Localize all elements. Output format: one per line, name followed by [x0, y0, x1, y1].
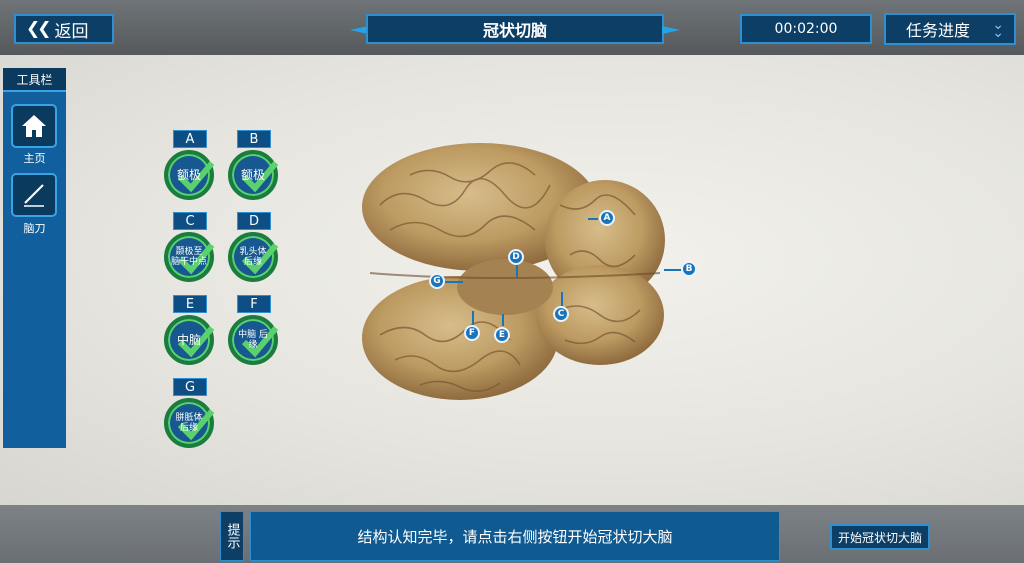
marker-c-leader: [561, 292, 563, 306]
label-d-text: 乳头体 后缘: [239, 247, 267, 267]
label-c-letter: C: [173, 212, 207, 230]
label-g-text: 胼胝体 后缘: [175, 413, 203, 433]
label-d-circle: 乳头体 后缘: [228, 232, 279, 282]
marker-a[interactable]: A: [599, 210, 615, 226]
page-title-text: 冠状切脑: [482, 21, 547, 40]
knife-icon: [24, 184, 44, 207]
chevron-down-icon: ⌄ ⌄: [992, 17, 1004, 41]
label-e-text: 中脑: [176, 333, 201, 347]
title-wing-right: [662, 26, 680, 34]
task-progress-button[interactable]: 任务进度 ⌄ ⌄: [884, 13, 1016, 45]
marker-g-leader: [445, 281, 463, 283]
marker-d[interactable]: D: [508, 249, 524, 265]
marker-b[interactable]: B: [681, 261, 697, 277]
hint-tab: 提示: [220, 511, 244, 561]
label-e-circle: 中脑: [164, 315, 215, 365]
marker-e-leader: [502, 314, 504, 326]
page-title: 冠状切脑: [350, 12, 680, 46]
timer: 00:02:00: [740, 14, 872, 44]
brain-model[interactable]: [0, 55, 1024, 505]
label-g-circle: 胼胝体 后缘: [164, 398, 215, 448]
marker-b-leader: [664, 269, 681, 271]
label-a-circle: 额极: [164, 150, 215, 200]
marker-a-leader: [588, 218, 598, 220]
label-c-text: 颞极至 脑干中点: [170, 247, 207, 267]
back-button[interactable]: ❮❮ 返回: [14, 14, 114, 44]
marker-f[interactable]: F: [464, 325, 480, 341]
hint-message: 结构认知完毕，请点击右侧按钮开始冠状切大脑: [250, 511, 780, 561]
marker-f-leader: [472, 311, 474, 325]
label-g-letter: G: [173, 378, 207, 396]
double-chevron-left-icon: ❮❮: [26, 19, 51, 39]
label-f-text: 中脑 后缘: [238, 330, 268, 350]
home-icon: [22, 115, 46, 137]
task-progress-label: 任务进度: [906, 21, 971, 40]
toolbar-home-label: 主页: [23, 152, 46, 165]
label-d-letter: D: [237, 212, 271, 230]
label-b-letter: B: [237, 130, 271, 148]
label-a-letter: A: [173, 130, 207, 148]
marker-g[interactable]: G: [429, 273, 445, 289]
label-f-circle: 中脑 后缘: [228, 315, 279, 365]
toolbar-title: 工具栏: [3, 68, 66, 92]
back-label: 返回: [54, 21, 89, 42]
marker-c[interactable]: C: [553, 306, 569, 322]
toolbar-knife-label: 脑刀: [23, 222, 46, 235]
label-e-letter: E: [173, 295, 207, 313]
label-c-circle: 颞极至 脑干中点: [164, 232, 215, 282]
marker-e[interactable]: E: [494, 327, 510, 343]
label-f-letter: F: [237, 295, 271, 313]
toolbar-home-button[interactable]: [11, 104, 57, 148]
marker-d-leader: [516, 264, 518, 278]
toolbar-knife-button[interactable]: [11, 173, 57, 217]
label-b-circle: 额极: [228, 150, 279, 200]
label-b-text: 额极: [240, 168, 265, 182]
hint-tab-label: 提示: [224, 523, 240, 549]
viewport-3d[interactable]: [0, 55, 1024, 505]
label-a-text: 额极: [176, 168, 201, 182]
start-coronal-cut-button[interactable]: 开始冠状切大脑: [830, 524, 930, 550]
